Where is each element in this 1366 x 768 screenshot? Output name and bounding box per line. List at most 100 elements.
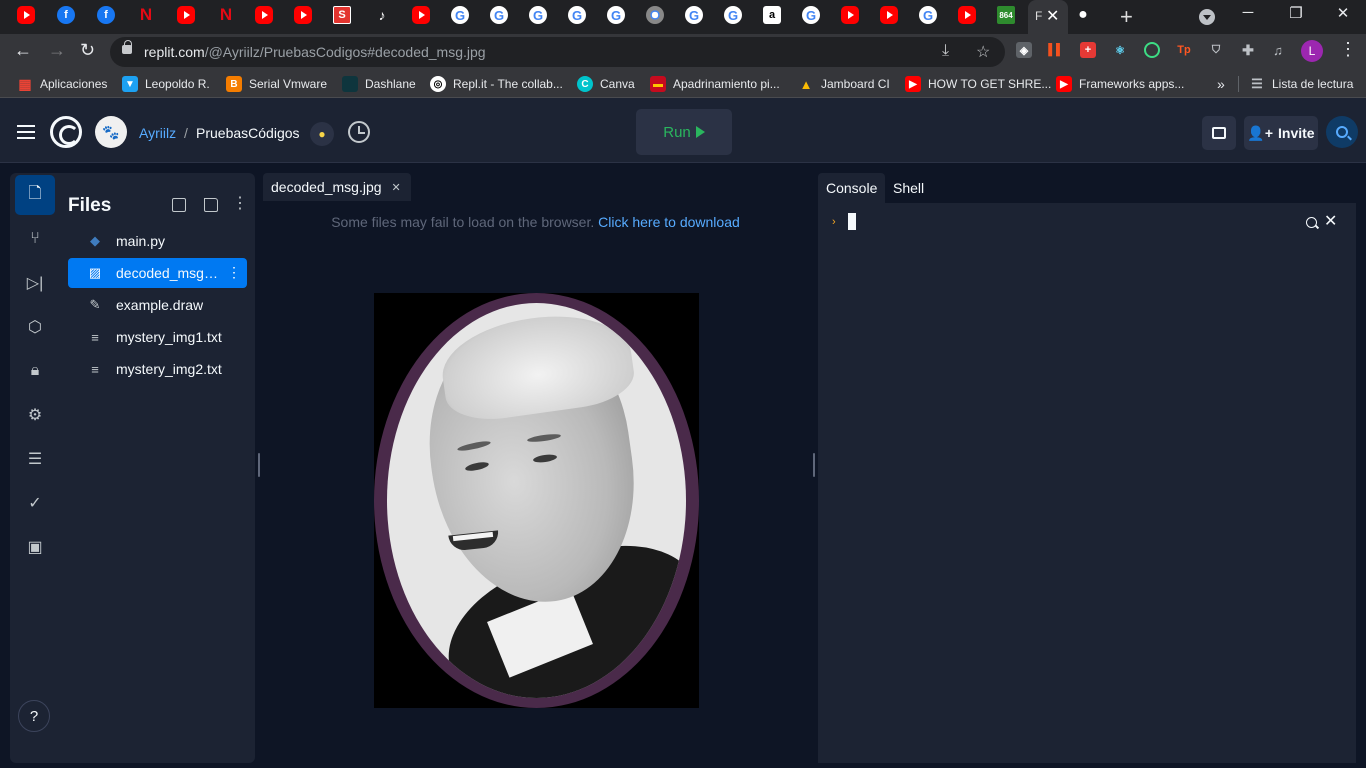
extension-shield-icon[interactable]: ◈ <box>1016 42 1032 58</box>
tab-shell[interactable]: Shell <box>885 173 932 203</box>
new-file-icon[interactable] <box>172 198 186 212</box>
extensions-puzzle-icon[interactable]: ✚ <box>1240 42 1256 58</box>
tab-search-icon[interactable] <box>1199 9 1215 25</box>
avatar[interactable]: 🐾 <box>95 116 127 148</box>
files-more-icon[interactable]: ⋮ <box>232 193 248 213</box>
debugger-icon[interactable]: ▷| <box>24 272 46 294</box>
extension-bars-icon[interactable]: ▌▌ <box>1048 42 1064 58</box>
console-search-button[interactable] <box>1302 213 1320 231</box>
history-icon[interactable] <box>348 121 370 143</box>
facebook-tab-icon[interactable]: f <box>57 6 75 24</box>
close-tab-icon[interactable]: ✕ <box>392 181 401 194</box>
bookmark-item[interactable]: C Canva <box>577 76 635 92</box>
app-tab-icon[interactable]: 864 <box>997 6 1015 24</box>
run-button[interactable]: Run <box>636 109 732 155</box>
address-bar[interactable]: replit.com/@Ayriilz/PruebasCodigos#decod… <box>110 37 1005 67</box>
pane-resize-handle[interactable] <box>813 453 815 477</box>
bookmark-item[interactable]: ▬ Apadrinamiento pi... <box>650 76 780 92</box>
reload-icon[interactable]: ↻ <box>80 40 95 61</box>
invite-button[interactable]: 👤+ Invite <box>1244 116 1318 150</box>
tab-console[interactable]: Console <box>818 173 886 203</box>
youtube-tab-icon[interactable] <box>255 6 273 24</box>
chat-button[interactable] <box>1202 116 1236 150</box>
forward-icon[interactable]: → <box>48 40 66 61</box>
file-item-decoded-msg[interactable]: ▨ decoded_msg.jpg ⋮ <box>68 258 247 288</box>
console-clear-icon[interactable]: ✕ <box>1324 211 1337 231</box>
youtube-tab-icon[interactable] <box>841 6 859 24</box>
tiktok-tab-icon[interactable]: ♪ <box>373 6 391 24</box>
owner-link[interactable]: Ayriilz <box>139 125 176 141</box>
s-logo-tab-icon[interactable]: S <box>333 6 351 24</box>
extension-plus-icon[interactable]: + <box>1080 42 1096 58</box>
settings-gear-icon[interactable]: ⚙ <box>24 404 46 426</box>
database-icon[interactable]: ☰ <box>24 448 46 470</box>
replit-logo-icon[interactable] <box>50 116 82 148</box>
google-tab-icon[interactable]: G <box>685 6 703 24</box>
file-options-icon[interactable]: ⋮ <box>227 264 241 281</box>
youtube-tab-icon[interactable] <box>17 6 35 24</box>
google-tab-icon[interactable]: G <box>802 6 820 24</box>
secrets-lock-icon[interactable]: 🔒︎ <box>24 360 46 382</box>
google-tab-icon[interactable]: G <box>490 6 508 24</box>
google-tab-icon[interactable]: G <box>529 6 547 24</box>
bookmark-item[interactable]: ▶ Frameworks apps... <box>1056 76 1184 92</box>
facebook-tab-icon[interactable]: f <box>97 6 115 24</box>
new-tab-icon[interactable]: + <box>1120 4 1133 30</box>
chrome-tab-icon[interactable] <box>646 6 664 24</box>
install-app-icon[interactable]: ⤓ <box>942 42 949 60</box>
project-title[interactable]: PruebasCódigos <box>196 125 300 141</box>
window-close-icon[interactable]: ✕ <box>1320 4 1366 22</box>
bookmark-item[interactable]: B Serial Vmware <box>226 76 327 92</box>
google-tab-icon[interactable]: G <box>451 6 469 24</box>
global-search-button[interactable] <box>1326 116 1358 148</box>
download-link[interactable]: Click here to download <box>598 214 740 230</box>
react-devtools-icon[interactable]: ⚛ <box>1112 42 1128 58</box>
google-tab-icon[interactable]: G <box>919 6 937 24</box>
menu-icon[interactable] <box>17 125 35 139</box>
close-tab-icon[interactable]: ✕ <box>1046 6 1059 26</box>
bookmark-item[interactable]: ▲ Jamboard CI <box>798 76 890 92</box>
extension-ring-icon[interactable] <box>1144 42 1160 58</box>
bookmark-item[interactable]: Dashlane <box>342 76 416 92</box>
extension-tp-icon[interactable]: Tp <box>1176 42 1192 58</box>
new-folder-icon[interactable] <box>204 198 218 212</box>
lock-icon[interactable] <box>122 40 132 54</box>
minimize-icon[interactable]: ─ <box>1225 4 1271 21</box>
browser-menu-icon[interactable]: ⋮ <box>1339 39 1357 60</box>
profile-avatar[interactable]: L <box>1301 40 1323 62</box>
bookmark-item[interactable]: ◎ Repl.it - The collab... <box>430 76 563 92</box>
version-control-icon[interactable]: ⑂ <box>24 228 46 250</box>
active-browser-tab[interactable]: F ✕ <box>1028 0 1068 34</box>
file-item-example-draw[interactable]: ✎ example.draw <box>68 290 247 320</box>
extension-shield-outline-icon[interactable]: ⛉ <box>1208 42 1224 58</box>
file-item-mystery-img1[interactable]: ≡ mystery_img1.txt <box>68 322 247 352</box>
google-tab-icon[interactable]: G <box>568 6 586 24</box>
youtube-tab-icon[interactable] <box>958 6 976 24</box>
github-tab-icon[interactable]: ● <box>1074 6 1092 24</box>
packages-icon[interactable]: ⬡ <box>24 316 46 338</box>
restore-icon[interactable]: ❐ <box>1273 4 1319 22</box>
back-icon[interactable]: ← <box>14 40 32 61</box>
google-tab-icon[interactable]: G <box>724 6 742 24</box>
youtube-tab-icon[interactable] <box>177 6 195 24</box>
youtube-tab-icon[interactable] <box>880 6 898 24</box>
media-control-icon[interactable]: ♫ <box>1270 42 1286 58</box>
more-bookmarks-button[interactable]: » <box>1217 76 1225 92</box>
reading-list[interactable]: ☰ Lista de lectura <box>1238 76 1353 92</box>
amazon-tab-icon[interactable]: a <box>763 6 781 24</box>
netflix-tab-icon[interactable]: N <box>137 5 155 24</box>
help-button[interactable]: ? <box>18 700 50 732</box>
python-language-icon[interactable]: ● <box>310 122 334 146</box>
bookmark-item[interactable]: ▦ Aplicaciones <box>17 76 107 92</box>
unit-tests-check-icon[interactable]: ✓ <box>24 492 46 514</box>
console-cursor[interactable] <box>848 213 856 230</box>
bookmark-item[interactable]: ▼ Leopoldo R. <box>122 76 210 92</box>
file-item-main-py[interactable]: ◆ main.py <box>68 226 247 256</box>
editor-tab[interactable]: decoded_msg.jpg ✕ <box>263 173 411 201</box>
url-text[interactable]: replit.com/@Ayriilz/PruebasCodigos#decod… <box>144 44 486 60</box>
google-tab-icon[interactable]: G <box>607 6 625 24</box>
netflix-tab-icon[interactable]: N <box>217 5 235 24</box>
youtube-tab-icon[interactable] <box>294 6 312 24</box>
files-icon[interactable]: 🗋 <box>24 184 46 206</box>
pane-resize-handle[interactable] <box>258 453 260 477</box>
